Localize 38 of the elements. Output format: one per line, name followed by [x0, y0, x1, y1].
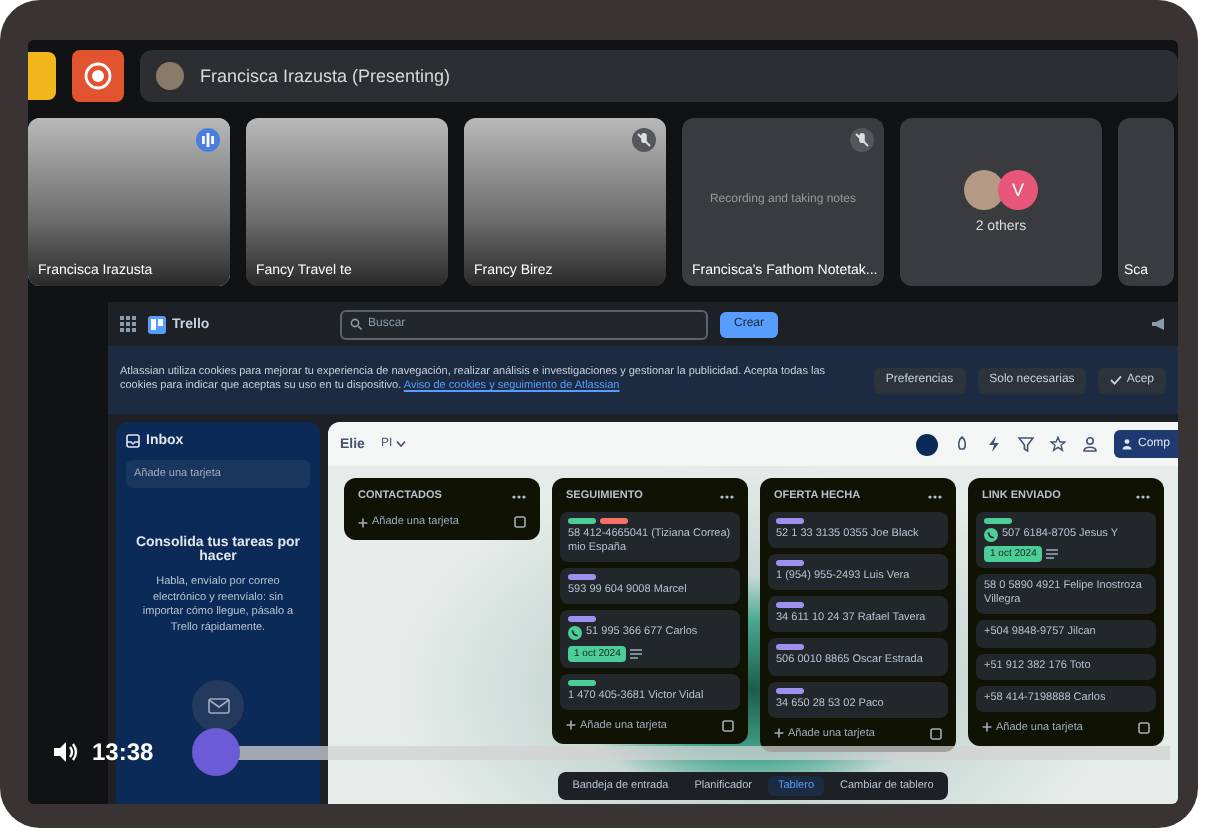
member-avatar[interactable]: [915, 433, 938, 455]
check-icon: [1110, 374, 1123, 386]
more-icon[interactable]: [720, 493, 734, 499]
avatar: [156, 62, 184, 90]
record-icon: [84, 62, 112, 90]
template-icon[interactable]: [930, 727, 942, 740]
template-icon[interactable]: [722, 719, 734, 732]
plus-icon: [982, 722, 992, 733]
record-button[interactable]: [72, 50, 124, 102]
app-icon[interactable]: [28, 52, 56, 100]
people-icon[interactable]: [1081, 436, 1098, 452]
star-icon[interactable]: [1049, 436, 1066, 452]
presenter-name: Francisca Irazusta (Presenting): [200, 66, 451, 86]
inbox-icon: [126, 434, 140, 448]
mail-icon: [207, 698, 229, 714]
playback-time: 13:38: [92, 738, 154, 766]
more-icon[interactable]: [512, 493, 526, 499]
template-icon[interactable]: [1138, 721, 1150, 734]
template-icon[interactable]: [514, 516, 526, 528]
more-icon[interactable]: [928, 493, 942, 499]
filter-icon[interactable]: [1017, 436, 1034, 452]
email-button[interactable]: [192, 680, 244, 732]
search-icon: [350, 318, 362, 330]
lightning-icon[interactable]: [985, 436, 1002, 452]
plus-icon: [774, 728, 784, 739]
description-icon: [1046, 548, 1059, 561]
chevron-icon: [396, 440, 407, 448]
description-icon: [630, 647, 643, 660]
add-person-icon: [1121, 438, 1134, 450]
plus-icon: [358, 517, 368, 527]
board-logo-icon: [148, 315, 166, 333]
megaphone-icon[interactable]: [1150, 316, 1167, 332]
plus-icon: [566, 720, 576, 731]
volume-icon[interactable]: [52, 738, 80, 766]
more-icon[interactable]: [1136, 493, 1150, 499]
avatar: V: [998, 170, 1038, 210]
apps-grid-icon[interactable]: [120, 316, 136, 332]
avatar: [964, 170, 1004, 210]
